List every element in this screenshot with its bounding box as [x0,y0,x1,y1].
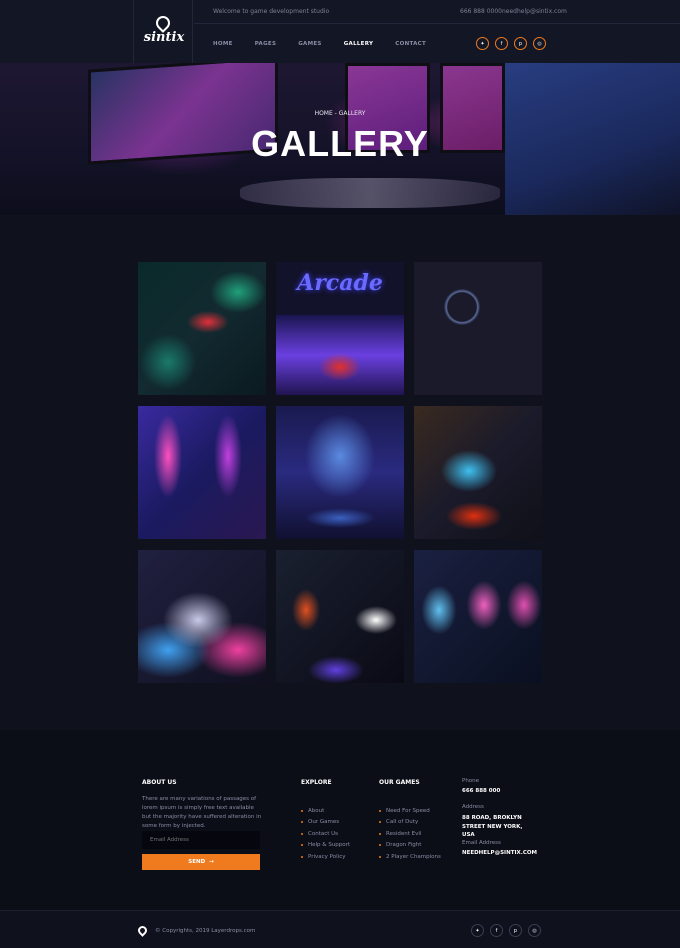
email-value[interactable]: NEEDHELP@SINTIX.COM [462,849,542,858]
phone-label: Phone [462,778,480,784]
page-title: GALLERY [251,123,429,164]
gallery-item[interactable] [138,262,266,395]
nav-contact[interactable]: CONTACT [395,41,426,47]
site-footer: ABOUT US There are many variations of pa… [0,730,680,910]
list-item[interactable]: Resident Evil [379,828,441,840]
facebook-icon[interactable]: f [495,37,508,50]
gallery-item[interactable] [276,406,404,539]
site-header: sintix Welcome to game development studi… [0,0,680,63]
main-nav: HOME PAGES GAMES GALLERY CONTACT [213,41,448,47]
logo-text: sintix [143,30,185,45]
nav-home[interactable]: HOME [213,41,233,47]
footer-bottom: © Copyrights, 2019 Layerdrops.com ✦ f p … [0,910,680,948]
nav-games[interactable]: GAMES [298,41,321,47]
email-label: Email Address [462,840,501,846]
header-social: ✦ f p ◎ [476,37,546,50]
topbar-email[interactable]: needhelp@sintix.com [502,8,567,15]
gallery-item[interactable]: Arcade [276,262,404,395]
nav-pages[interactable]: PAGES [255,41,277,47]
twitter-icon[interactable]: ✦ [476,37,489,50]
about-text: There are many variations of passages of… [142,796,262,829]
gallery-item[interactable] [414,262,542,395]
breadcrumb[interactable]: HOME - GALLERY [0,110,680,117]
list-item[interactable]: Privacy Policy [301,851,350,863]
explore-list: About Our Games Contact Us Help & Suppor… [301,805,350,863]
games-heading: OUR GAMES [379,779,420,786]
topbar-phone[interactable]: 666 888 0000 [460,8,502,15]
footer-social: ✦ f p ◎ [471,924,541,937]
gallery-item[interactable] [138,550,266,683]
send-button[interactable]: SEND → [142,854,260,870]
explore-heading: EXPLORE [301,779,332,786]
pinterest-icon[interactable]: p [514,37,527,50]
pinterest-icon[interactable]: p [509,924,522,937]
instagram-icon[interactable]: ◎ [533,37,546,50]
list-item[interactable]: Dragon Fight [379,840,441,852]
twitter-icon[interactable]: ✦ [471,924,484,937]
list-item[interactable]: About [301,805,350,817]
address-value: 88 ROAD, BROKLYN STREET NEW YORK, USA [462,815,523,838]
gallery-item[interactable] [414,550,542,683]
gallery-grid: Arcade [138,262,542,683]
list-item[interactable]: Contact Us [301,828,350,840]
logo-icon[interactable] [136,924,149,937]
list-item[interactable]: Need For Speed [379,805,441,817]
list-item[interactable]: Our Games [301,817,350,829]
arcade-sign: Arcade [297,270,383,296]
list-item[interactable]: Call of Duty [379,817,441,829]
facebook-icon[interactable]: f [490,924,503,937]
nav-gallery[interactable]: GALLERY [344,41,374,47]
gallery-item[interactable] [276,550,404,683]
games-list: Need For Speed Call of Duty Resident Evi… [379,805,441,863]
topbar: Welcome to game development studio 666 8… [194,0,680,24]
gallery-item[interactable] [414,406,542,539]
logo[interactable]: sintix [133,0,193,63]
about-heading: ABOUT US [142,779,177,786]
list-item[interactable]: Help & Support [301,840,350,852]
phone-value[interactable]: 666 888 000 [462,787,542,796]
gallery-item[interactable] [138,406,266,539]
address-label: Address [462,804,484,810]
instagram-icon[interactable]: ◎ [528,924,541,937]
page-hero: HOME - GALLERY GALLERY [0,63,680,215]
list-item[interactable]: 2 Player Champions [379,851,441,863]
email-input[interactable] [142,831,260,849]
arrow-right-icon: → [209,859,214,865]
welcome-text: Welcome to game development studio [213,8,330,15]
copyright: © Copyrights, 2019 Layerdrops.com [155,928,256,934]
